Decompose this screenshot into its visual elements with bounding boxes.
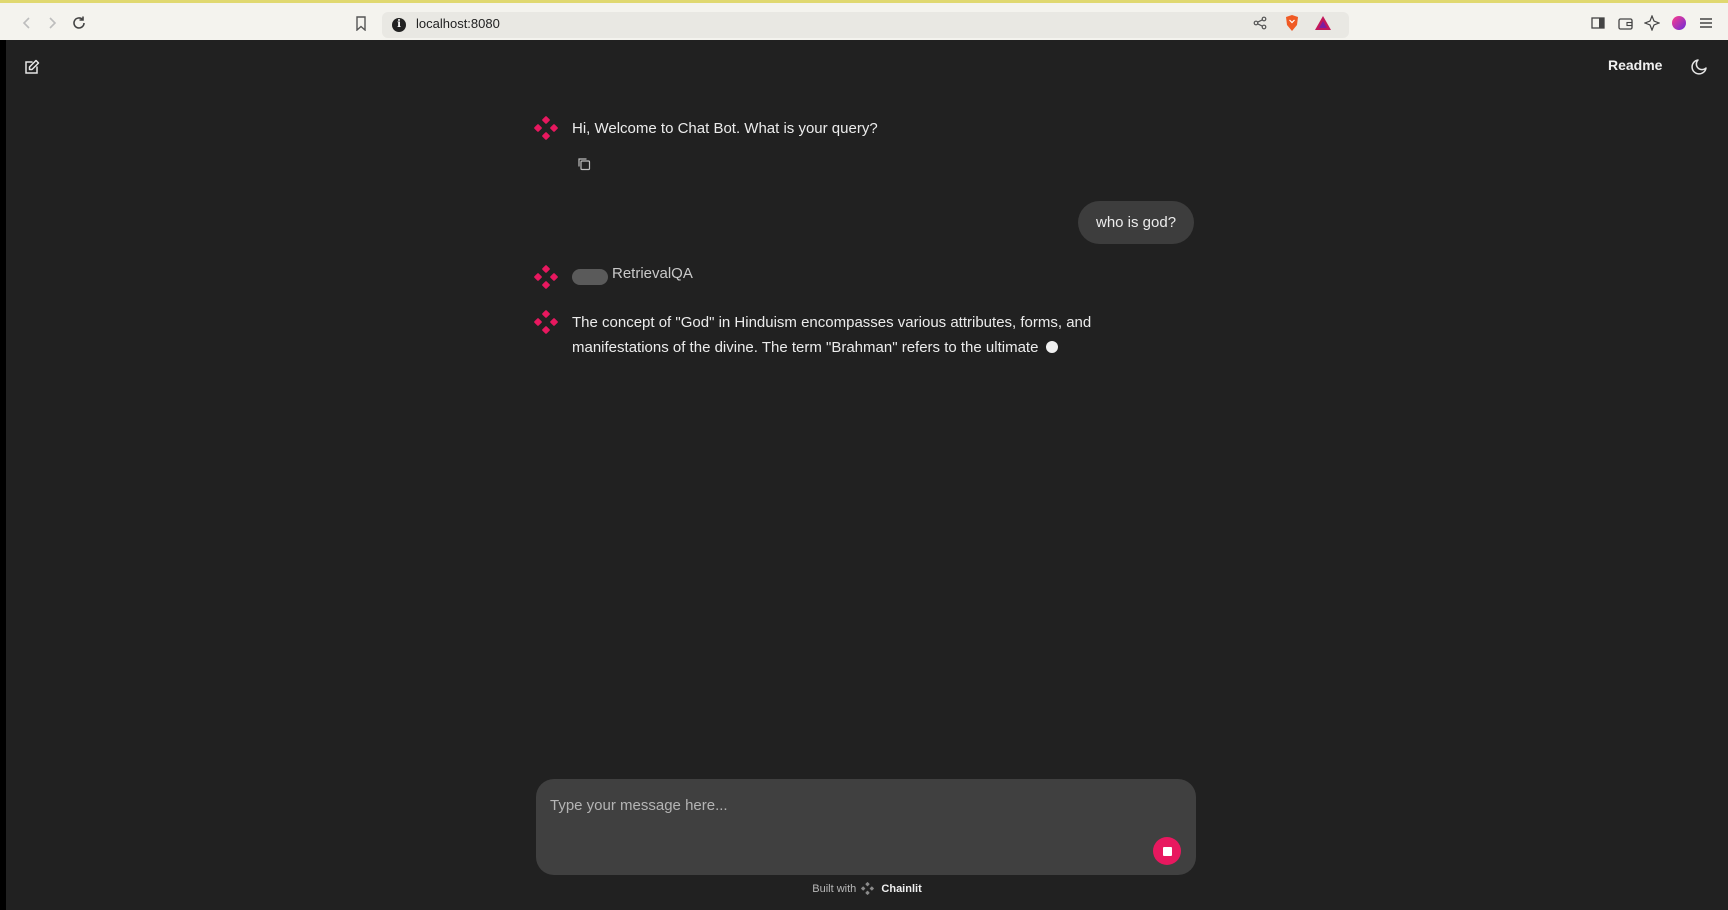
url-text[interactable]: localhost:8080	[416, 16, 500, 31]
chat-app: Readme Hi, Welcome to Chat Bot. What is …	[6, 40, 1728, 910]
assistant-avatar	[534, 265, 558, 289]
vpn-icon[interactable]	[1668, 12, 1690, 34]
copy-icon[interactable]	[574, 154, 594, 174]
answer-line: manifestations of the divine. The term "…	[572, 339, 1039, 356]
leo-ai-icon[interactable]	[1641, 12, 1663, 34]
chainlit-logo-icon	[534, 265, 558, 289]
menu-icon[interactable]	[1695, 12, 1717, 34]
built-with-text: Built with	[812, 883, 857, 895]
browser-toolbar: i localhost:8080	[0, 0, 1728, 40]
info-icon[interactable]: i	[392, 18, 406, 32]
readme-button[interactable]: Readme	[1608, 57, 1662, 73]
streaming-cursor	[1046, 341, 1059, 353]
address-bar[interactable]: i localhost:8080	[382, 12, 1349, 38]
step-name-label[interactable]: RetrievalQA	[612, 265, 693, 282]
assistant-message-answer: The concept of "God" in Hinduism encompa…	[572, 310, 1192, 360]
step-loading-indicator[interactable]	[572, 269, 608, 285]
user-message-text: who is god?	[1096, 214, 1177, 231]
bookmark-icon[interactable]	[350, 12, 372, 34]
assistant-avatar	[534, 310, 558, 334]
reload-icon[interactable]	[68, 12, 90, 34]
back-icon[interactable]	[16, 12, 38, 34]
stop-button[interactable]	[1153, 837, 1181, 865]
footer: Built with Chainlit	[6, 882, 1728, 898]
answer-line-last: manifestations of the divine. The term "…	[572, 335, 1192, 360]
assistant-message-welcome: Hi, Welcome to Chat Bot. What is your qu…	[572, 120, 878, 137]
sidebar-icon[interactable]	[1587, 12, 1609, 34]
chainlit-logo-icon	[534, 116, 558, 140]
share-icon[interactable]	[1249, 12, 1271, 34]
assistant-avatar	[534, 116, 558, 140]
chainlit-logo-icon	[861, 882, 875, 898]
chainlit-logo-icon	[534, 310, 558, 334]
forward-icon[interactable]	[41, 12, 63, 34]
answer-line: The concept of "God" in Hinduism encompa…	[572, 314, 1092, 331]
user-message-bubble: who is god?	[1078, 201, 1195, 244]
stop-icon	[1162, 846, 1172, 856]
moon-icon[interactable]	[1689, 55, 1711, 77]
message-input[interactable]	[550, 793, 1110, 817]
wallet-icon[interactable]	[1614, 12, 1636, 34]
chainlit-link[interactable]: Chainlit	[881, 883, 921, 895]
new-chat-icon[interactable]	[21, 56, 43, 78]
brave-shield-icon[interactable]	[1281, 12, 1303, 34]
brave-rewards-icon[interactable]	[1312, 12, 1334, 34]
message-composer	[536, 779, 1196, 875]
